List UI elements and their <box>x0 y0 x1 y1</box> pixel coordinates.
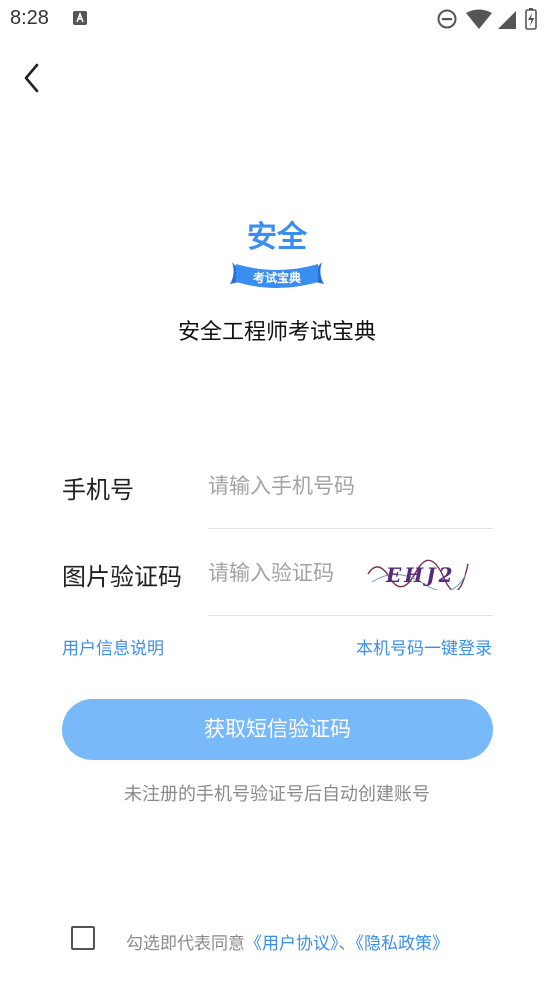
status-bar: 8:28 <box>0 0 554 38</box>
captcha-divider <box>208 615 493 616</box>
logo-ribbon: 考试宝典 <box>253 270 301 285</box>
privacy-policy-link[interactable]: 《隐私政策》 <box>356 934 450 954</box>
agreement-text: 勾选即代表同意《用户协议》、《隐私政策》 <box>126 929 449 954</box>
app-notification-icon <box>73 11 87 25</box>
logo-title: 安全 <box>247 220 308 255</box>
user-info-link[interactable]: 用户信息说明 <box>62 634 164 659</box>
captcha-label: 图片验证码 <box>62 563 182 591</box>
wifi-icon <box>466 9 492 29</box>
back-button[interactable] <box>18 60 48 96</box>
captcha-text: EHJ2 <box>385 563 456 587</box>
one-click-login-link[interactable]: 本机号码一键登录 <box>356 634 492 659</box>
agreement-separator: 、 <box>338 934 356 954</box>
register-hint: 未注册的手机号验证号后自动创建账号 <box>124 784 430 805</box>
status-icons <box>437 8 537 30</box>
chevron-left-icon <box>24 63 39 93</box>
captcha-input[interactable] <box>208 553 358 593</box>
app-name: 安全工程师考试宝典 <box>177 320 376 345</box>
signal-icon <box>498 11 516 29</box>
do-not-disturb-icon <box>437 9 457 29</box>
phone-label: 手机号 <box>62 476 134 504</box>
get-sms-code-button[interactable]: 获取短信验证码 <box>62 699 493 760</box>
phone-input[interactable] <box>208 466 492 506</box>
captcha-image[interactable]: EHJ2 <box>366 556 470 590</box>
user-agreement-link[interactable]: 《用户协议》 <box>245 934 339 954</box>
app-logo: 安全 考试宝典 <box>230 220 324 288</box>
agreement-checkbox[interactable] <box>71 926 95 950</box>
agreement-prefix: 勾选即代表同意 <box>126 934 245 954</box>
status-time: 8:28 <box>10 7 49 29</box>
phone-divider <box>208 528 493 529</box>
battery-icon <box>525 8 537 30</box>
